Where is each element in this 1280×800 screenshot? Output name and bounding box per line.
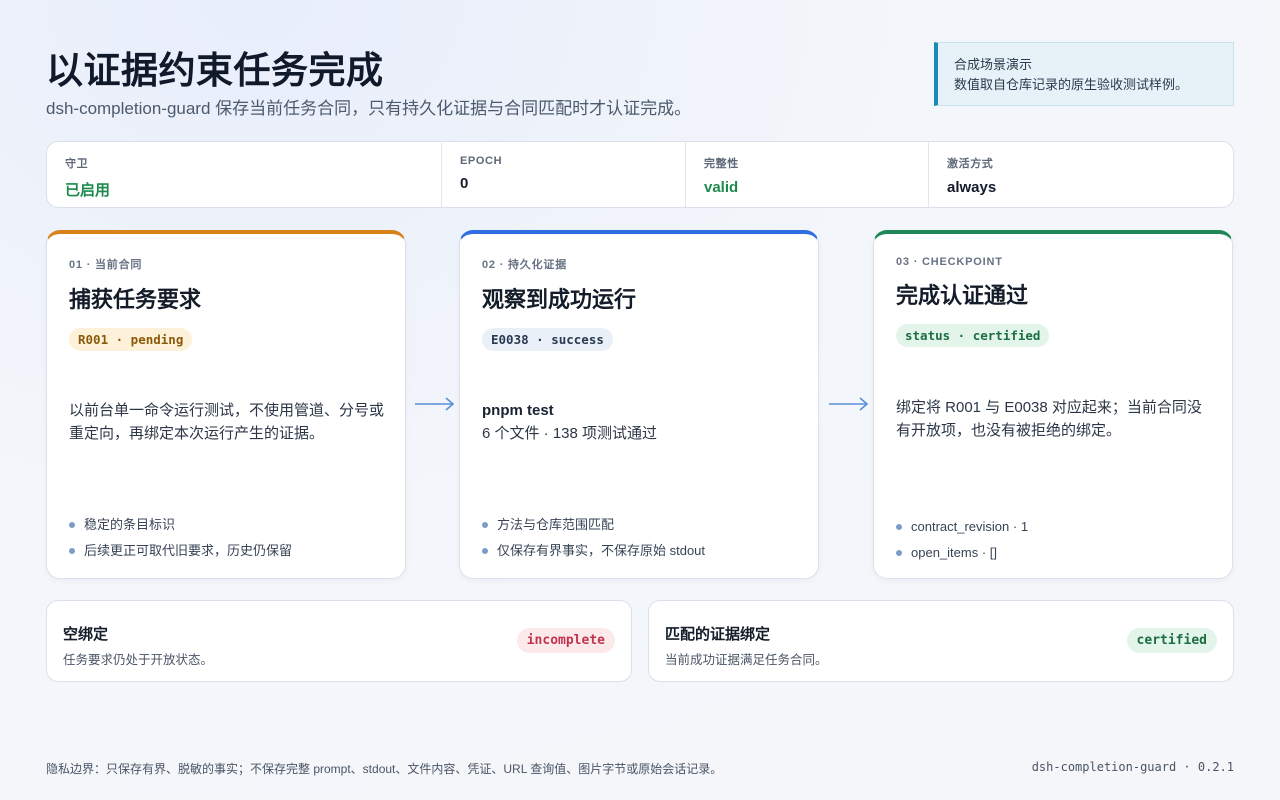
status-integrity: 完整性 valid [686, 142, 929, 207]
privacy-note: 隐私边界：只保存有界、脱敏的事实；不保存完整 prompt、stdout、文件内… [46, 762, 723, 776]
status-value: 已启用 [65, 182, 111, 199]
evidence-badge: E0038 · success [482, 328, 613, 351]
card-kicker: 03 · CHECKPOINT [896, 256, 1003, 268]
bullet-icon [896, 524, 902, 530]
status-epoch: EPOCH 0 [442, 142, 686, 207]
page-title: 以证据约束任务完成 [46, 50, 384, 91]
status-guard: 守卫 已启用 [47, 142, 442, 207]
card-body-text: 以前台单一命令运行测试，不使用管道、分号或重定向，再绑定本次运行产生的证据。 [69, 402, 385, 442]
status-value: valid [704, 179, 739, 196]
card-body-text: 绑定将 R001 与 E0038 对应起来；当前合同没有开放项，也没有被拒绝的绑… [896, 399, 1202, 439]
card-body: 以前台单一命令运行测试，不使用管道、分号或重定向，再绑定本次运行产生的证据。 [69, 399, 387, 445]
list-item-text: 后续更正可取代旧要求，历史仍保留 [84, 543, 293, 558]
list-item: 仅保存有界事实，不保存原始 stdout [482, 538, 800, 564]
status-key: 守卫 [65, 158, 89, 170]
card-kicker: 01 · 当前合同 [69, 259, 143, 271]
list-item: 方法与仓库范围匹配 [482, 512, 800, 538]
command-text: pnpm test [482, 402, 554, 419]
bullet-icon [69, 522, 75, 528]
contract-card: 01 · 当前合同 捕获任务要求 R001 · pending 以前台单一命令运… [46, 230, 406, 579]
arrow-right-icon [829, 397, 869, 411]
card-list: contract_revision · 1 open_items · [] [896, 514, 1214, 566]
bullet-icon [482, 548, 488, 554]
card-body: pnpm test 6 个文件 · 138 项测试通过 [482, 399, 800, 445]
version-label: dsh-completion-guard · 0.2.1 [1031, 760, 1234, 774]
list-item-text: contract_revision · 1 [911, 519, 1029, 534]
status-value: 0 [460, 175, 469, 192]
notice-line-1: 合成场景演示 [954, 57, 1033, 72]
bullet-icon [482, 522, 488, 528]
status-value: always [947, 179, 997, 196]
list-item: open_items · [] [896, 540, 1214, 566]
checkpoint-card: 03 · CHECKPOINT 完成认证通过 status · certifie… [873, 230, 1233, 579]
certified-badge: status · certified [896, 324, 1050, 347]
bullet-icon [896, 550, 902, 556]
card-list: 稳定的条目标识 后续更正可取代旧要求，历史仍保留 [69, 512, 387, 564]
notice-line-2: 数值取自仓库记录的原生验收测试样例。 [954, 77, 1189, 92]
list-item: contract_revision · 1 [896, 514, 1214, 540]
arrow-right-icon [415, 397, 455, 411]
status-key: 完整性 [704, 158, 739, 170]
card-list: 方法与仓库范围匹配 仅保存有界事实，不保存原始 stdout [482, 512, 800, 564]
incomplete-badge: incomplete [516, 628, 615, 653]
status-key: 激活方式 [947, 158, 994, 170]
card-title: 完成认证通过 [896, 283, 1029, 308]
status-key: EPOCH [460, 155, 503, 167]
outcome-empty-binding: 空绑定 任务要求仍处于开放状态。 incomplete [46, 600, 632, 682]
card-body-text: 6 个文件 · 138 项测试通过 [482, 425, 658, 442]
card-body: 绑定将 R001 与 E0038 对应起来；当前合同没有开放项，也没有被拒绝的绑… [896, 396, 1214, 442]
certified-badge: certified [1126, 628, 1217, 653]
status-activation: 激活方式 always [929, 142, 1233, 207]
list-item-text: 方法与仓库范围匹配 [497, 517, 615, 532]
card-title: 观察到成功运行 [482, 287, 637, 312]
card-kicker: 02 · 持久化证据 [482, 259, 568, 271]
list-item-text: 仅保存有界事实，不保存原始 stdout [497, 543, 706, 558]
status-bar: 守卫 已启用 EPOCH 0 完整性 valid 激活方式 always [46, 141, 1234, 208]
requirement-badge: R001 · pending [69, 328, 193, 351]
list-item: 稳定的条目标识 [69, 512, 387, 538]
list-item-text: open_items · [] [911, 545, 997, 560]
outcome-matched-binding: 匹配的证据绑定 当前成功证据满足任务合同。 certified [648, 600, 1234, 682]
bullet-icon [69, 548, 75, 554]
card-title: 捕获任务要求 [69, 287, 202, 312]
list-item: 后续更正可取代旧要求，历史仍保留 [69, 538, 387, 564]
synthetic-demo-notice: 合成场景演示 数值取自仓库记录的原生验收测试样例。 [934, 42, 1234, 106]
evidence-card: 02 · 持久化证据 观察到成功运行 E0038 · success pnpm … [459, 230, 819, 579]
list-item-text: 稳定的条目标识 [84, 517, 176, 532]
page-subtitle: dsh-completion-guard 保存当前任务合同，只有持久化证据与合同… [46, 99, 692, 118]
